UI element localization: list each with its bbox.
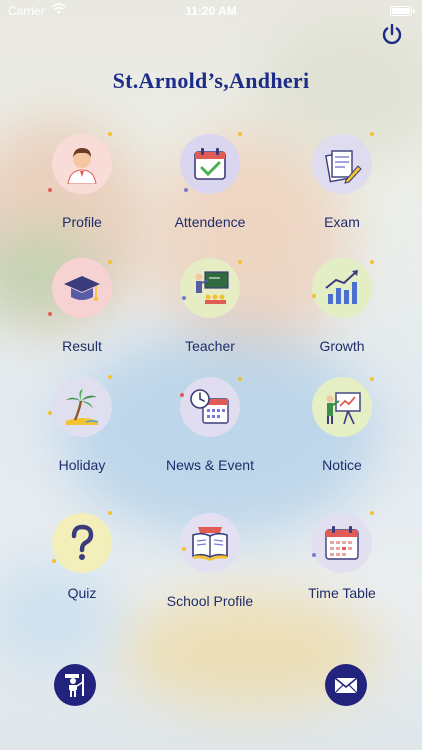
decor-dot [180, 393, 184, 397]
clock: 11:20 AM [185, 4, 237, 18]
battery-icon [390, 6, 415, 16]
palm-tree-icon [66, 389, 99, 425]
message-button[interactable] [325, 664, 367, 706]
power-icon [382, 23, 402, 45]
status-bar: Carrier 11:20 AM [0, 0, 422, 22]
decor-dot [238, 377, 242, 381]
tile-result-circle [52, 258, 112, 318]
tile-holiday-circle [52, 377, 112, 437]
decor-dot [108, 511, 112, 515]
book-icon [192, 527, 228, 561]
profile-icon [67, 148, 97, 184]
mail-icon [334, 677, 358, 694]
tile-quiz-circle [52, 513, 112, 573]
decor-dot [184, 188, 188, 192]
tile-time-table-circle [312, 513, 372, 573]
teacher-icon [195, 271, 229, 304]
tile-news-event[interactable]: News & Event [150, 377, 270, 487]
question-mark-icon [71, 524, 94, 560]
tile-notice-circle [312, 377, 372, 437]
decor-dot [48, 188, 52, 192]
calendar-clock-icon [190, 389, 229, 424]
decor-dot [238, 132, 242, 136]
tile-profile[interactable]: Profile [22, 132, 142, 244]
tile-time-table-label: Time Table [308, 585, 376, 601]
school-title: St.Arnold’s,Andheri [112, 68, 310, 93]
tile-growth-label: Growth [319, 338, 365, 354]
tile-exam[interactable]: Exam [282, 132, 402, 244]
tile-time-table[interactable]: Time Table [282, 511, 402, 623]
decor-dot [370, 377, 374, 381]
tile-school-profile[interactable]: School Profile [150, 513, 270, 623]
tile-growth[interactable]: Growth [282, 258, 402, 368]
decor-dot [108, 132, 112, 136]
power-button[interactable] [380, 22, 404, 46]
notice-board-icon [326, 392, 361, 425]
decor-dot [370, 511, 374, 515]
growth-chart-icon [325, 270, 358, 304]
background-photo [0, 0, 422, 750]
tile-news-event-circle [180, 377, 240, 437]
decor-dot [238, 260, 242, 264]
tile-profile-circle [52, 134, 112, 194]
tile-teacher-circle [180, 258, 240, 318]
tile-news-event-label: News & Event [166, 457, 254, 473]
decor-dot [108, 375, 112, 379]
tile-result[interactable]: Result [22, 258, 142, 368]
decor-dot [312, 294, 316, 298]
tile-exam-label: Exam [324, 214, 360, 230]
decor-dot [52, 559, 56, 563]
tile-notice[interactable]: Notice [282, 377, 402, 487]
decor-dot [108, 260, 112, 264]
tile-growth-circle [312, 258, 372, 318]
tile-attendance[interactable]: Attendence [150, 132, 270, 244]
graduation-cap-icon [64, 276, 100, 301]
tile-teacher-label: Teacher [185, 338, 235, 354]
timetable-icon [325, 526, 359, 560]
tile-attendance-circle [180, 134, 240, 194]
teacher-figure-icon [65, 674, 84, 697]
tile-attendance-label: Attendence [174, 214, 246, 230]
attendance-icon [194, 148, 226, 180]
decor-dot [370, 260, 374, 264]
decor-dot [182, 296, 186, 300]
tile-teacher[interactable]: Teacher [150, 258, 270, 368]
tile-school-profile-circle [180, 513, 240, 573]
decor-dot [370, 132, 374, 136]
tile-school-profile-label: School Profile [166, 593, 254, 609]
decor-dot [312, 553, 316, 557]
decor-dot [48, 312, 52, 316]
tile-quiz[interactable]: Quiz [22, 511, 142, 623]
teacher-login-button[interactable] [54, 664, 96, 706]
decor-dot [48, 411, 52, 415]
exam-icon [325, 150, 362, 184]
tile-notice-label: Notice [322, 457, 362, 473]
tile-holiday[interactable]: Holiday [22, 375, 142, 487]
tile-exam-circle [312, 134, 372, 194]
decor-dot [182, 547, 186, 551]
